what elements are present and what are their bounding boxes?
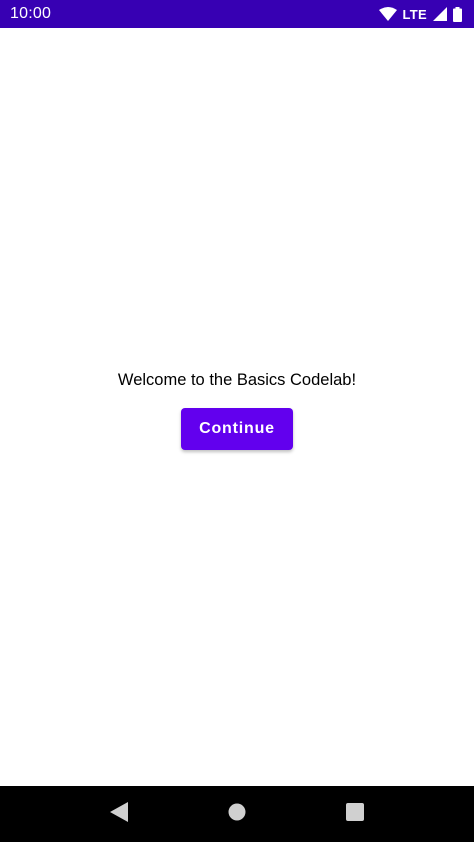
screen: 10:00 LTE Welcome to the Basics Codelab!…	[0, 0, 474, 842]
continue-button[interactable]: Continue	[181, 407, 293, 450]
home-button[interactable]	[213, 790, 261, 838]
cellular-signal-icon	[433, 7, 447, 21]
main-content: Welcome to the Basics Codelab! Continue	[0, 28, 474, 786]
status-time: 10:00	[10, 5, 52, 22]
back-icon	[110, 801, 128, 827]
home-icon	[228, 803, 246, 826]
recents-button[interactable]	[331, 790, 379, 838]
welcome-text: Welcome to the Basics Codelab!	[117, 370, 357, 389]
back-button[interactable]	[95, 790, 143, 838]
recents-icon	[346, 802, 364, 826]
battery-icon	[453, 6, 462, 22]
wifi-icon	[378, 7, 397, 21]
status-icons: LTE	[378, 6, 462, 22]
network-label: LTE	[402, 6, 427, 22]
navigation-bar	[0, 786, 474, 842]
status-bar: 10:00 LTE	[0, 0, 474, 28]
